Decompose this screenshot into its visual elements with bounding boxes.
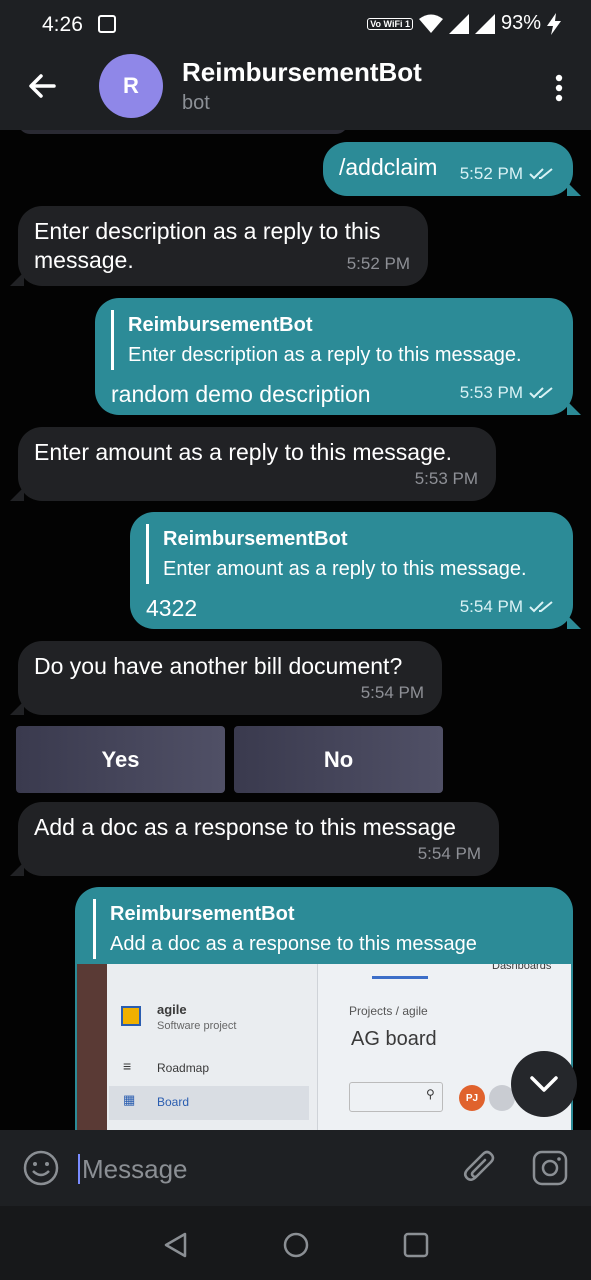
nav-back-icon[interactable]: [163, 1232, 189, 1258]
search-icon: ⚲: [426, 1087, 435, 1101]
message-time: 5:54 PM: [460, 592, 555, 621]
photo-project-name: agile: [157, 1002, 187, 1017]
attach-icon[interactable]: [463, 1150, 497, 1186]
message-text: 4322: [146, 595, 198, 621]
cut-off-message: [18, 130, 348, 134]
roadmap-icon: ≡: [123, 1058, 132, 1074]
photo-divider: [317, 964, 318, 1130]
chat-header: R ReimbursementBot bot: [0, 50, 591, 130]
message-text: /addclaim: [339, 154, 438, 180]
reply-author: ReimbursementBot: [128, 314, 313, 336]
double-check-icon: [529, 600, 553, 612]
reply-quote[interactable]: ReimbursementBot Enter description as a …: [111, 310, 557, 370]
message-in-bill-question[interactable]: Do you have another bill document? 5:54 …: [10, 641, 442, 715]
reply-text: Enter amount as a reply to this message.: [163, 558, 527, 580]
back-arrow-icon[interactable]: [26, 70, 58, 102]
photo-avatar: PJ: [459, 1085, 485, 1111]
photo-board-title: AG board: [351, 1028, 437, 1050]
status-time: 4:26: [42, 13, 83, 36]
more-vert-icon[interactable]: [555, 74, 563, 102]
reply-quote[interactable]: ReimbursementBot Add a doc as a response…: [93, 899, 557, 959]
message-time: 5:54 PM: [417, 844, 481, 863]
message-in-description-prompt[interactable]: Enter description as a reply to this mes…: [10, 206, 428, 286]
message-time: 5:53 PM: [460, 378, 555, 407]
message-text: Do you have another bill document?: [34, 653, 403, 679]
photo-tab-label: Dashboards: [492, 964, 552, 972]
message-time: 5:52 PM: [346, 254, 410, 273]
board-icon: ▦: [123, 1092, 136, 1107]
status-bar: 4:26 Vo WiFi 1 93%: [0, 0, 591, 50]
chat-subtitle: bot: [182, 92, 210, 114]
photo-attachment[interactable]: Dashboards agile Software project ≡ Road…: [77, 964, 571, 1130]
message-time: 5:53 PM: [414, 469, 478, 488]
gallery-notification-icon: [98, 15, 116, 33]
message-text: Add a doc as a response to this message: [34, 814, 456, 840]
reply-quote[interactable]: ReimbursementBot Enter amount as a reply…: [146, 524, 557, 584]
message-in-doc-prompt[interactable]: Add a doc as a response to this message …: [10, 802, 499, 876]
message-input-bar: Message: [0, 1130, 591, 1206]
status-indicators: Vo WiFi 1 93%: [367, 12, 561, 35]
message-in-amount-prompt[interactable]: Enter amount as a reply to this message.…: [10, 427, 496, 501]
chat-title[interactable]: ReimbursementBot: [182, 57, 422, 88]
message-text: random demo description: [111, 381, 371, 407]
keyboard-yes-button[interactable]: Yes: [16, 726, 225, 793]
scroll-down-button[interactable]: [511, 1051, 577, 1117]
nav-home-icon[interactable]: [283, 1232, 309, 1258]
message-out-description[interactable]: ReimbursementBot Enter description as a …: [95, 298, 581, 415]
photo-board: Board: [157, 1095, 190, 1109]
double-check-icon: [529, 386, 553, 398]
photo-edge: [77, 964, 107, 1130]
project-icon: [121, 1006, 141, 1026]
message-input[interactable]: Message: [78, 1154, 188, 1184]
double-check-icon: [529, 167, 553, 179]
reply-author: ReimbursementBot: [163, 528, 348, 550]
message-time: 5:52 PM: [460, 159, 555, 188]
message-text: Enter description as a reply to this mes…: [34, 218, 381, 273]
keyboard-no-button[interactable]: No: [234, 726, 443, 793]
charging-icon: [547, 12, 561, 35]
signal-icon-2: [474, 13, 495, 34]
reply-text: Add a doc as a response to this message: [110, 933, 477, 955]
wifi-icon: [418, 14, 443, 33]
avatar[interactable]: R: [99, 54, 163, 118]
photo-roadmap: Roadmap: [157, 1061, 210, 1075]
message-out-addclaim[interactable]: /addclaim 5:52 PM: [323, 142, 581, 196]
camera-icon[interactable]: [532, 1150, 568, 1186]
chevron-down-icon: [530, 1076, 558, 1092]
reply-text: Enter description as a reply to this mes…: [128, 344, 522, 366]
volte-icon: Vo WiFi 1: [367, 17, 413, 30]
nav-recents-icon[interactable]: [403, 1232, 429, 1258]
emoji-icon[interactable]: [23, 1150, 59, 1186]
photo-tab-underline: [372, 976, 428, 979]
message-out-amount[interactable]: ReimbursementBot Enter amount as a reply…: [130, 512, 581, 629]
system-nav-bar: [0, 1206, 591, 1280]
chat-area[interactable]: /addclaim 5:52 PM Enter description as a…: [0, 130, 591, 1130]
battery-percent: 93%: [500, 12, 541, 34]
photo-breadcrumb: Projects / agile: [349, 1004, 428, 1018]
photo-project-type: Software project: [157, 1020, 237, 1032]
reply-author: ReimbursementBot: [110, 903, 295, 925]
message-time: 5:54 PM: [360, 683, 424, 702]
signal-icon: [448, 13, 469, 34]
board-highlight: [109, 1086, 309, 1120]
message-text: Enter amount as a reply to this message.: [34, 439, 453, 465]
